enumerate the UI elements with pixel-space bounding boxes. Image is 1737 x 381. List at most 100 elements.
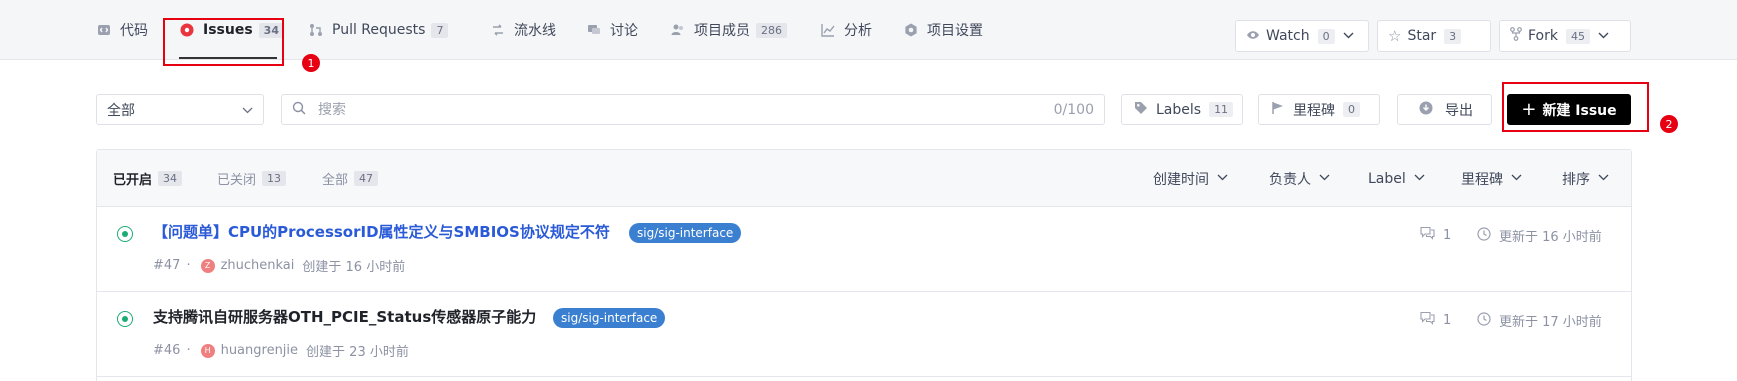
chevron-down-icon (1598, 173, 1609, 184)
chevron-down-icon (1217, 173, 1228, 184)
fork-label: Fork (1528, 28, 1558, 44)
tab-analysis-label: 分析 (844, 23, 872, 39)
issue-list-header: 已开启 34 已关闭 13 全部 47 创建时间 负责人 Label 里程碑 排… (97, 150, 1631, 207)
issue-updated-time: 更新于 16 小时前 (1499, 230, 1602, 245)
issue-row[interactable]: 【问题单】CPU的ProcessorID属性定义与SMBIOS协议规定不符 si… (97, 207, 1631, 292)
chevron-down-icon (1343, 31, 1354, 42)
labels-filter-button[interactable]: Labels 11 (1121, 94, 1243, 125)
fork-button[interactable]: Fork 45 (1499, 20, 1631, 52)
issue-comment-count: 1 (1443, 312, 1452, 328)
issue-row[interactable]: 支持腾讯自研服务器OTH_PCIE_Status传感器原子能力 sig/sig-… (97, 292, 1631, 377)
issue-author[interactable]: zhuchenkai (221, 258, 295, 273)
state-tab-all-label: 全部 (322, 173, 349, 188)
search-icon (292, 101, 306, 119)
issue-title[interactable]: 支持腾讯自研服务器OTH_PCIE_Status传感器原子能力 (153, 306, 536, 327)
issue-created-time: 创建于 23 小时前 (306, 345, 409, 360)
clock-icon (1477, 311, 1491, 330)
issue-label-badge[interactable]: sig/sig-interface (629, 223, 742, 243)
milestone-filter-button[interactable]: 里程碑 0 (1258, 94, 1380, 125)
scope-select[interactable]: 全部 (96, 94, 264, 125)
pull-request-icon (308, 22, 324, 38)
issue-title[interactable]: 【问题单】CPU的ProcessorID属性定义与SMBIOS协议规定不符 (153, 221, 610, 242)
highlight-box-issues-tab (163, 18, 284, 66)
labels-filter-label: Labels (1156, 101, 1202, 118)
tab-pipeline[interactable]: 流水线 (490, 0, 556, 60)
export-button[interactable]: 导出 (1397, 94, 1492, 125)
tab-pull-requests-count: 7 (431, 22, 449, 38)
sort-order[interactable]: 排序 (1562, 150, 1609, 207)
tab-pull-requests[interactable]: Pull Requests 7 (308, 0, 449, 60)
members-icon (670, 22, 686, 38)
issue-updated: 更新于 17 小时前 (1477, 311, 1602, 330)
avatar[interactable]: H (200, 343, 215, 358)
chevron-down-icon (1598, 31, 1609, 42)
flag-icon (1271, 101, 1285, 119)
state-tab-open-count: 34 (158, 171, 183, 186)
pipeline-icon (490, 22, 506, 38)
sort-order-label: 排序 (1562, 171, 1590, 188)
issue-label-badge[interactable]: sig/sig-interface (553, 308, 666, 328)
tab-code-label: 代码 (120, 23, 148, 39)
milestone-filter-count: 0 (1343, 102, 1360, 117)
chart-icon (820, 22, 836, 38)
code-icon (96, 22, 112, 38)
scope-select-value: 全部 (107, 102, 135, 119)
watch-button[interactable]: Watch 0 (1235, 20, 1369, 52)
sort-created-time[interactable]: 创建时间 (1153, 150, 1228, 207)
star-icon: ☆ (1388, 27, 1402, 45)
star-count: 3 (1444, 28, 1462, 44)
watch-label: Watch (1266, 28, 1310, 44)
sort-assignee-label: 负责人 (1269, 171, 1311, 188)
issue-updated: 更新于 16 小时前 (1477, 226, 1602, 245)
eye-icon (1246, 29, 1260, 44)
chevron-down-icon (1511, 173, 1522, 184)
state-tab-closed-label: 已关闭 (217, 173, 257, 188)
tab-discussion[interactable]: 讨论 (586, 0, 638, 60)
state-tab-open[interactable]: 已开启 34 (113, 150, 183, 207)
issue-meta: #47 · Z zhuchenkai 创建于 16 小时前 (153, 256, 405, 275)
tab-discussion-label: 讨论 (610, 23, 638, 39)
search-box: 0/100 (281, 94, 1105, 125)
tab-analysis[interactable]: 分析 (820, 0, 872, 60)
issue-author[interactable]: huangrenjie (221, 343, 298, 358)
state-tab-all[interactable]: 全部 47 (322, 150, 379, 207)
step-marker-1: 1 (302, 54, 320, 72)
fork-icon (1510, 27, 1522, 45)
sort-assignee[interactable]: 负责人 (1269, 150, 1330, 207)
state-tab-closed[interactable]: 已关闭 13 (217, 150, 287, 207)
state-tab-closed-count: 13 (262, 171, 287, 186)
search-input[interactable] (318, 101, 1054, 118)
state-tab-open-label: 已开启 (113, 173, 153, 188)
issue-open-icon (117, 226, 133, 242)
export-icon (1419, 101, 1433, 119)
tab-settings[interactable]: 项目设置 (903, 0, 983, 60)
tab-members-count: 286 (756, 22, 787, 38)
gear-icon (903, 22, 919, 38)
avatar[interactable]: Z (200, 258, 215, 273)
sort-created-time-label: 创建时间 (1153, 171, 1209, 188)
meta-separator: · (186, 343, 191, 358)
issue-created-time: 创建于 16 小时前 (302, 260, 406, 275)
star-button[interactable]: ☆ Star 3 (1377, 20, 1491, 52)
sort-label[interactable]: Label (1368, 150, 1425, 207)
chevron-down-icon (1319, 173, 1330, 184)
labels-filter-count: 11 (1209, 102, 1234, 117)
clock-icon (1477, 226, 1491, 245)
tab-pull-requests-label: Pull Requests (332, 22, 426, 38)
step-marker-2: 2 (1660, 115, 1678, 133)
issue-comments[interactable]: 1 (1420, 311, 1451, 329)
comment-icon (1420, 226, 1435, 244)
meta-separator: · (186, 258, 191, 273)
tab-pipeline-label: 流水线 (514, 23, 556, 39)
tab-code[interactable]: 代码 (96, 0, 148, 60)
sort-milestone[interactable]: 里程碑 (1461, 150, 1522, 207)
tab-members[interactable]: 项目成员 286 (670, 0, 787, 60)
issue-number: #46 (153, 343, 181, 358)
issue-updated-time: 更新于 17 小时前 (1499, 315, 1602, 330)
chevron-down-icon (1414, 173, 1425, 184)
milestone-filter-label: 里程碑 (1293, 102, 1335, 119)
search-char-counter: 0/100 (1053, 101, 1094, 118)
tab-members-label: 项目成员 (694, 23, 750, 39)
issue-comments[interactable]: 1 (1420, 226, 1451, 244)
highlight-box-new-issue (1502, 82, 1649, 132)
